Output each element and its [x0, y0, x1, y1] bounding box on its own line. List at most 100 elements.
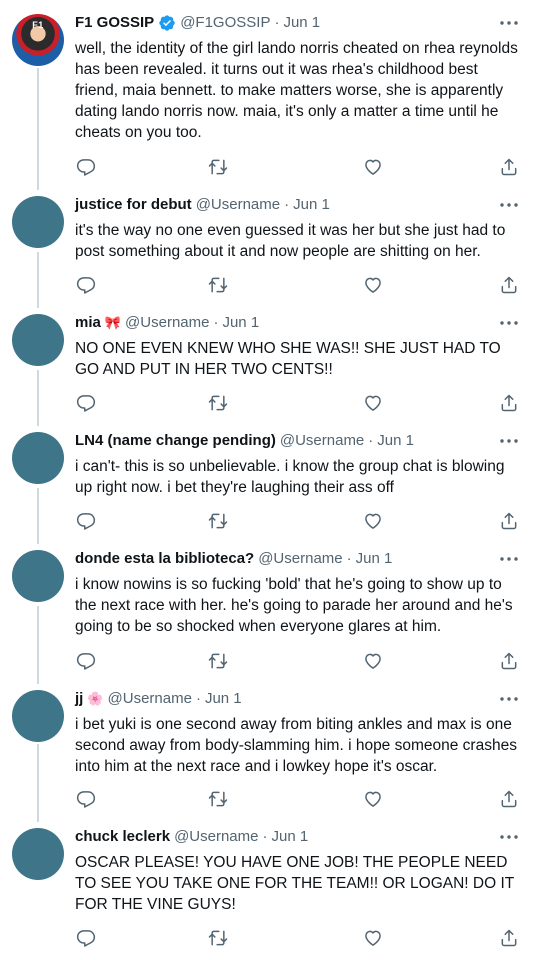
thread-line [37, 252, 39, 308]
tweet-header: justice for debut @Username · Jun 1 [75, 194, 519, 216]
display-name[interactable]: mia [75, 312, 101, 334]
flower-emoji: 🌸 [87, 691, 104, 706]
thread-line [37, 68, 39, 190]
user-handle[interactable]: @Username [258, 548, 342, 570]
tweet-text: well, the identity of the girl lando nor… [75, 40, 518, 141]
tweet-text: NO ONE EVEN KNEW WHO SHE WAS!! SHE JUST … [75, 340, 501, 378]
tweet-content: F1 GOSSIP @F1GOSSIP · Jun 1 well, the id… [75, 12, 519, 143]
thread-line [37, 488, 39, 544]
user-handle[interactable]: @Username [174, 826, 258, 848]
more-icon[interactable] [499, 690, 519, 708]
separator-dot: · [346, 550, 352, 567]
reply-icon[interactable] [75, 650, 97, 672]
share-icon[interactable] [498, 274, 520, 296]
tweet-content: donde esta la biblioteca? @Username · Ju… [75, 548, 519, 637]
retweet-icon[interactable] [207, 274, 229, 296]
display-name[interactable]: F1 GOSSIP [75, 12, 154, 34]
tweet-date[interactable]: Jun 1 [283, 12, 320, 34]
share-icon[interactable] [498, 650, 520, 672]
avatar[interactable] [12, 690, 64, 742]
reply-icon[interactable] [75, 927, 97, 949]
heart-icon[interactable] [362, 650, 384, 672]
tweet-text: i bet yuki is one second away from bitin… [75, 716, 517, 775]
tweet-date[interactable]: Jun 1 [205, 688, 242, 710]
retweet-icon[interactable] [207, 392, 229, 414]
tweet-content: justice for debut @Username · Jun 1 it's… [75, 194, 519, 262]
reply-icon[interactable] [75, 788, 97, 810]
retweet-icon[interactable] [207, 156, 229, 178]
separator-dot: · [274, 14, 280, 31]
tweet-header: donde esta la biblioteca? @Username · Ju… [75, 548, 519, 570]
more-icon[interactable] [499, 196, 519, 214]
display-name[interactable]: jj [75, 688, 83, 710]
retweet-icon[interactable] [207, 650, 229, 672]
more-icon[interactable] [499, 828, 519, 846]
tweet-header: jj 🌸 @Username · Jun 1 [75, 688, 519, 710]
user-handle[interactable]: @Username [196, 194, 280, 216]
verified-badge-icon [158, 14, 176, 32]
heart-icon[interactable] [362, 927, 384, 949]
display-name[interactable]: donde esta la biblioteca? [75, 548, 254, 570]
avatar[interactable] [12, 550, 64, 602]
tweet-actions [75, 510, 520, 532]
heart-icon[interactable] [362, 510, 384, 532]
tweet-actions [75, 156, 520, 178]
more-icon[interactable] [499, 432, 519, 450]
avatar[interactable] [12, 432, 64, 484]
heart-icon[interactable] [362, 156, 384, 178]
reply-icon[interactable] [75, 156, 97, 178]
separator-dot: · [213, 314, 219, 331]
tweet-header: LN4 (name change pending) @Username · Ju… [75, 430, 519, 452]
tweet-text: i can't- this is so unbelievable. i know… [75, 458, 505, 496]
separator-dot: · [262, 828, 268, 845]
display-name[interactable]: justice for debut [75, 194, 192, 216]
user-handle[interactable]: @F1GOSSIP [180, 12, 270, 34]
display-name[interactable]: chuck leclerk [75, 826, 170, 848]
more-icon[interactable] [499, 314, 519, 332]
separator-dot: · [195, 690, 201, 707]
tweet-content: mia 🎀 @Username · Jun 1 NO ONE EVEN KNEW… [75, 312, 519, 380]
separator-dot: · [368, 432, 374, 449]
tweet-date[interactable]: Jun 1 [222, 312, 259, 334]
retweet-icon[interactable] [207, 510, 229, 532]
retweet-icon[interactable] [207, 927, 229, 949]
bow-emoji: 🎀 [104, 315, 122, 330]
thread-line [37, 606, 39, 684]
share-icon[interactable] [498, 156, 520, 178]
tweet-date[interactable]: Jun 1 [271, 826, 308, 848]
tweet-date[interactable]: Jun 1 [356, 548, 393, 570]
tweet-actions [75, 274, 520, 296]
heart-icon[interactable] [362, 392, 384, 414]
tweet-actions [75, 927, 520, 949]
avatar-label: F1 [32, 20, 44, 30]
reply-icon[interactable] [75, 392, 97, 414]
user-handle[interactable]: @Username [125, 312, 209, 334]
tweet-content: chuck leclerk @Username · Jun 1 OSCAR PL… [75, 826, 519, 915]
thread-line [37, 370, 39, 426]
reply-icon[interactable] [75, 510, 97, 532]
tweet-date[interactable]: Jun 1 [293, 194, 330, 216]
tweet-actions [75, 650, 520, 672]
tweet-header: chuck leclerk @Username · Jun 1 [75, 826, 519, 848]
avatar[interactable] [12, 828, 64, 880]
share-icon[interactable] [498, 392, 520, 414]
share-icon[interactable] [498, 927, 520, 949]
tweet-actions [75, 392, 520, 414]
share-icon[interactable] [498, 788, 520, 810]
heart-icon[interactable] [362, 274, 384, 296]
reply-icon[interactable] [75, 274, 97, 296]
thread-line [37, 744, 39, 822]
avatar[interactable] [12, 314, 64, 366]
heart-icon[interactable] [362, 788, 384, 810]
share-icon[interactable] [498, 510, 520, 532]
user-handle[interactable]: @Username [280, 430, 364, 452]
avatar[interactable]: F1 [12, 14, 64, 66]
retweet-icon[interactable] [207, 788, 229, 810]
more-icon[interactable] [499, 550, 519, 568]
avatar[interactable] [12, 196, 64, 248]
more-icon[interactable] [499, 14, 519, 32]
user-handle[interactable]: @Username [108, 688, 192, 710]
display-name[interactable]: LN4 (name change pending) [75, 430, 276, 452]
tweet-text: it's the way no one even guessed it was … [75, 222, 506, 260]
tweet-date[interactable]: Jun 1 [377, 430, 414, 452]
